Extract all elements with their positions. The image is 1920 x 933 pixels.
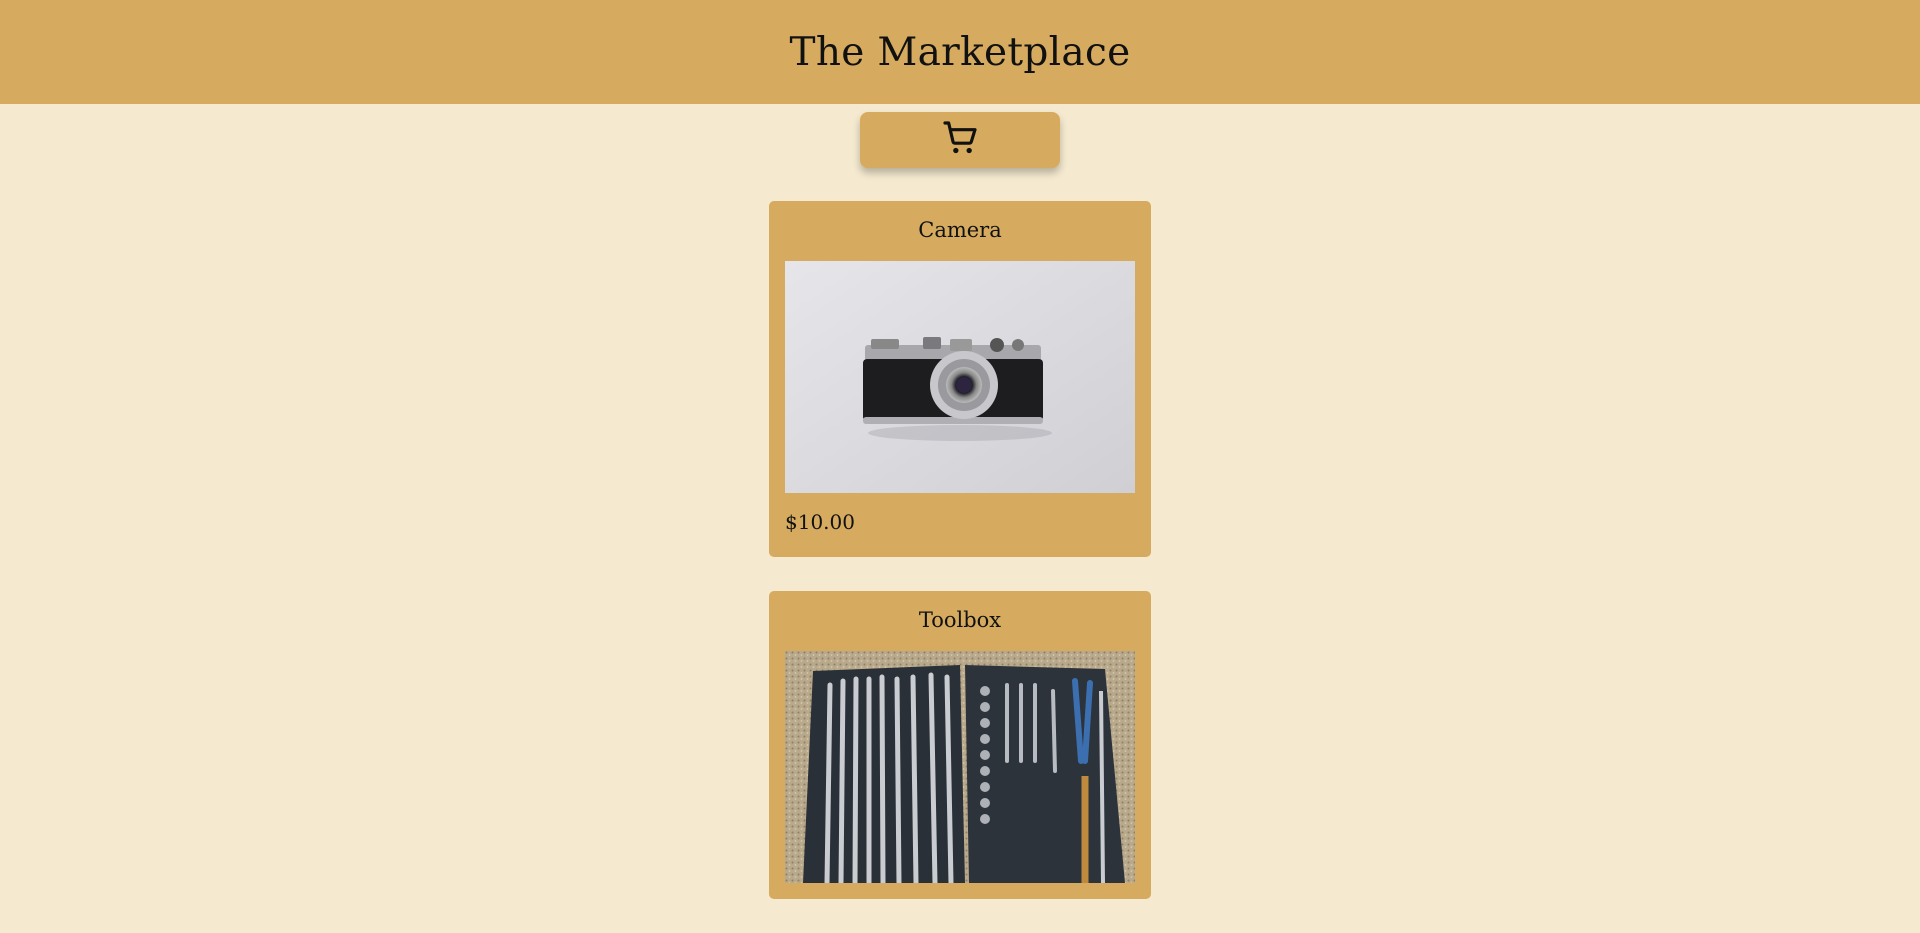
product-price: $10.00 [785,510,855,534]
page-header: The Marketplace [0,0,1920,104]
page-title: The Marketplace [789,29,1131,75]
product-card-camera[interactable]: Camera $10.00 [769,201,1151,557]
product-title: Toolbox [918,608,1002,632]
product-card-toolbox[interactable]: Toolbox [769,591,1151,899]
product-title: Camera [918,218,1002,242]
cart-button[interactable] [860,112,1060,168]
camera-photo[interactable] [785,261,1135,493]
toolbox-photo[interactable] [785,651,1135,883]
product-list: Camera $10.00 Toolbox [769,201,1151,933]
shopping-cart-icon [940,118,980,162]
